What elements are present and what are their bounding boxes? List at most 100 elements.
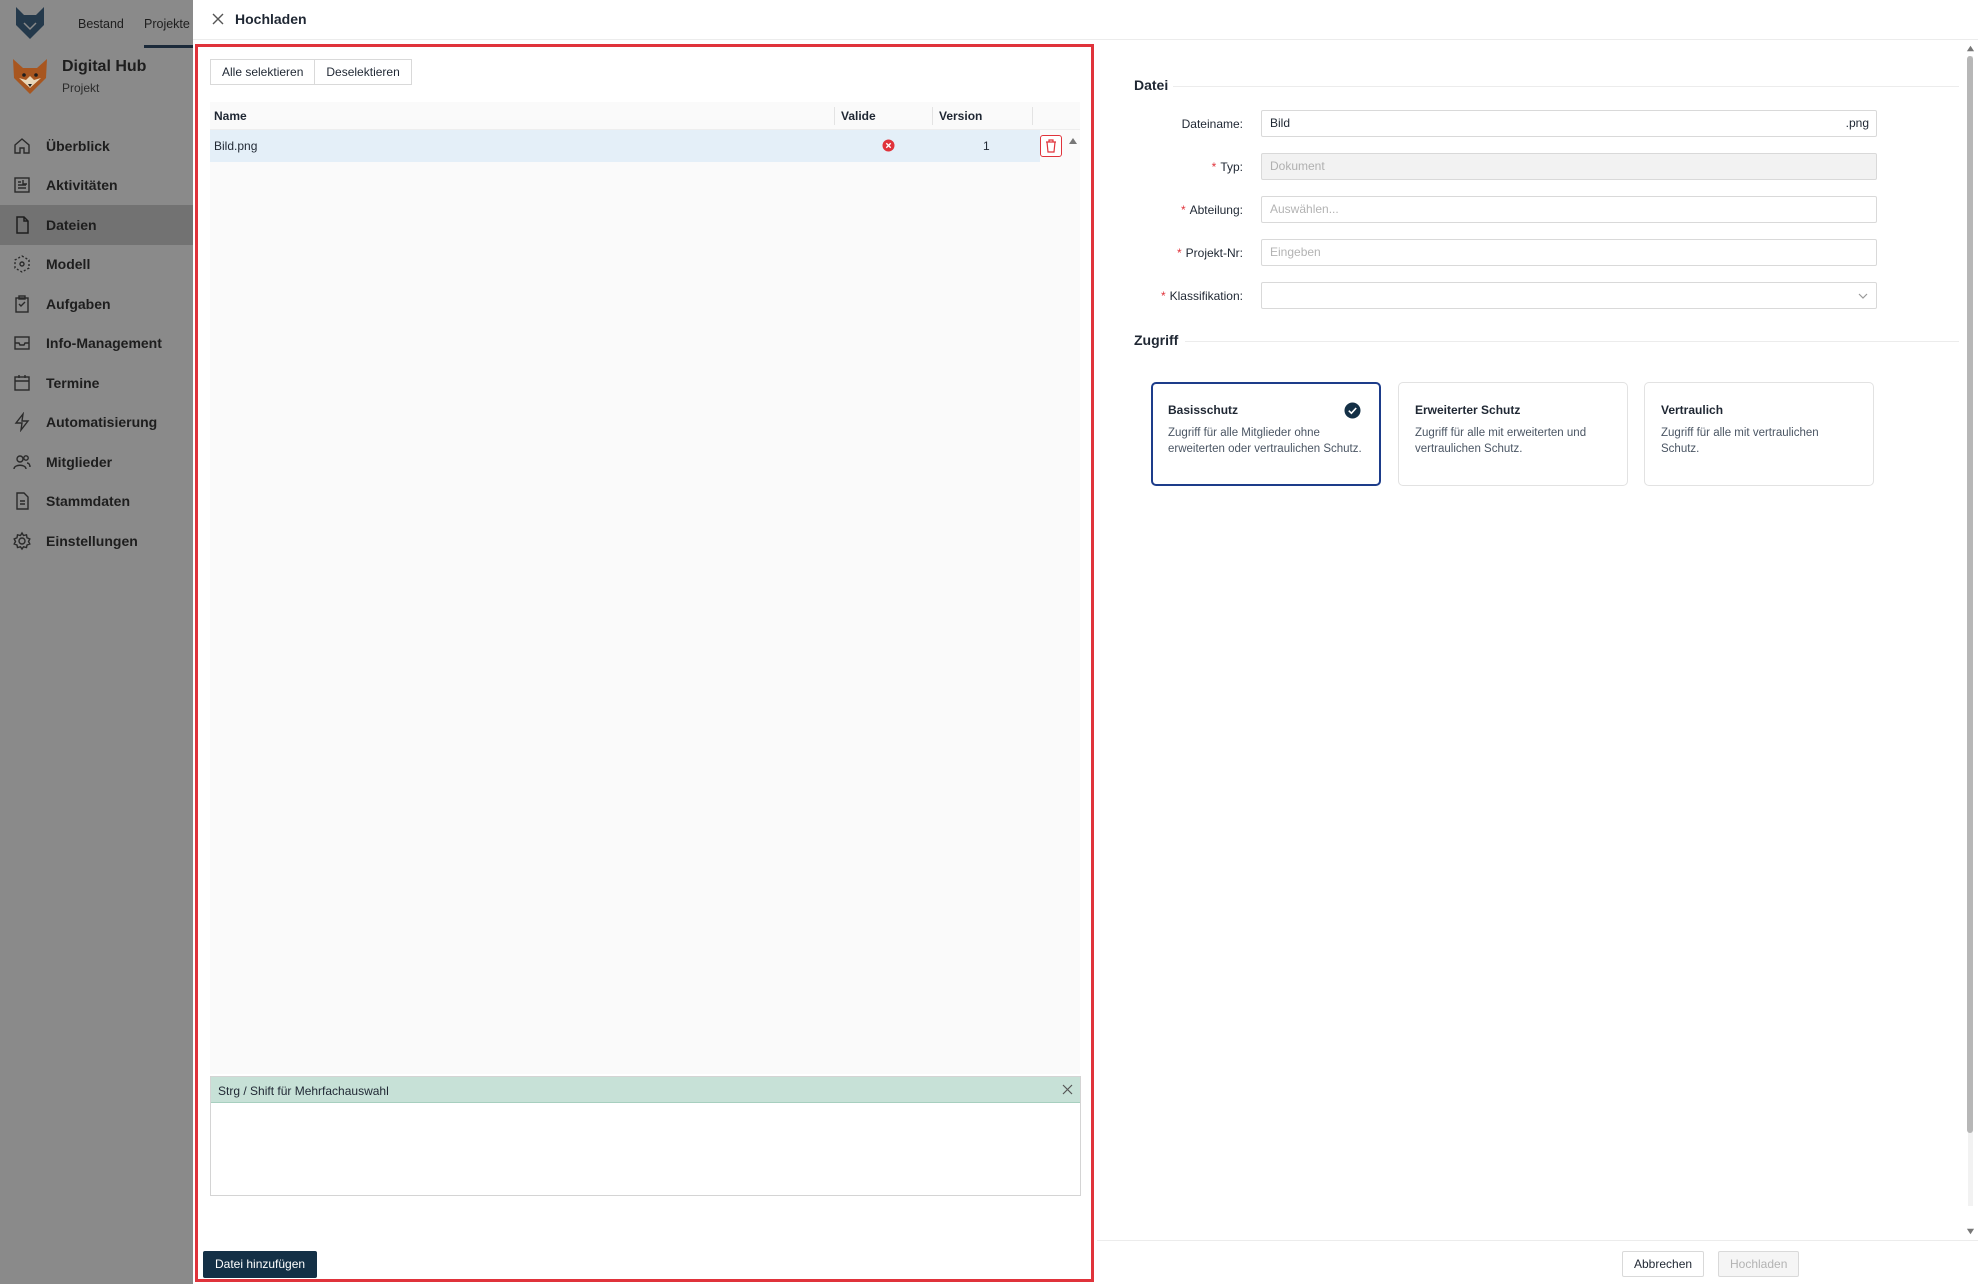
modal-title: Hochladen: [235, 11, 307, 27]
tab-bestand[interactable]: Bestand: [78, 0, 124, 48]
form-row-classification: * Klassifikation:: [1097, 282, 1897, 310]
tab-projekte[interactable]: Projekte: [144, 0, 200, 48]
scroll-up-arrow-icon[interactable]: [1068, 136, 1078, 146]
sidebar-item-modell[interactable]: Modell: [0, 245, 193, 285]
project-subtitle: Projekt: [62, 81, 100, 95]
sidebar-item-termine[interactable]: Termine: [0, 363, 193, 403]
info-panel: Strg / Shift für Mehrfachauswahl: [210, 1076, 1081, 1196]
file-name-cell: Bild.png: [214, 139, 258, 153]
lightning-icon: [14, 412, 30, 433]
access-option-title: Vertraulich: [1661, 403, 1724, 417]
form-row-type: * Typ: Dokument: [1097, 153, 1897, 181]
close-icon[interactable]: [209, 10, 227, 28]
project-fox-avatar-icon: [13, 59, 47, 94]
sidebar-item-dateien[interactable]: Dateien: [0, 205, 193, 245]
column-header-name[interactable]: Name: [214, 109, 247, 123]
file-table: Name Valide Version Bild.png 1: [210, 102, 1080, 1107]
scroll-down-arrow-icon[interactable]: [1966, 1227, 1975, 1236]
access-option-description: Zugriff für alle mit erweiterten und ver…: [1415, 427, 1587, 455]
sidebar-item-mitglieder[interactable]: Mitglieder: [0, 442, 193, 482]
sidebar-item-label: Info-Management: [46, 335, 162, 352]
section-title-file: Datei: [1134, 77, 1169, 93]
file-details-panel: Datei Dateiname: Bild .png * Typ: Dokumen…: [1097, 44, 1963, 1236]
select-all-button[interactable]: Alle selektieren: [210, 59, 316, 85]
sidebar-item-aktivitaeten[interactable]: Aktivitäten: [0, 166, 193, 206]
classification-label: * Klassifikation:: [1160, 289, 1243, 303]
sidebar-menu: Überblick Aktivitäten Dateien Modell Auf…: [0, 126, 193, 561]
right-panel-scrollbar[interactable]: [1965, 44, 1975, 1236]
type-input: Dokument: [1261, 153, 1877, 180]
sidebar-item-label: Mitglieder: [46, 453, 113, 470]
calendar-icon: [14, 374, 30, 391]
file-icon: [16, 216, 29, 234]
sidebar-item-einstellungen[interactable]: Einstellungen: [0, 521, 193, 561]
column-divider: [1032, 107, 1033, 125]
project-name: Digital Hub: [62, 58, 147, 75]
users-icon: [13, 454, 31, 469]
column-header-version[interactable]: Version: [939, 109, 982, 123]
chevron-down-icon: [1858, 293, 1868, 299]
version-cell: 1: [983, 139, 990, 153]
section-divider: [1185, 341, 1959, 342]
column-header-valid[interactable]: Valide: [841, 109, 876, 123]
project-number-label: * Projekt-Nr:: [1176, 246, 1243, 260]
close-icon[interactable]: [1061, 1083, 1074, 1096]
sidebar-item-label: Dateien: [46, 216, 97, 233]
trash-icon: [1046, 139, 1056, 153]
modal-footer: Abbrechen Hochladen: [1097, 1240, 1978, 1284]
type-label: * Typ:: [1211, 160, 1243, 174]
sidebar-item-label: Termine: [46, 374, 100, 391]
form-row-filename: Dateiname: Bild .png: [1097, 110, 1897, 138]
project-header[interactable]: Digital Hub Projekt: [8, 54, 193, 100]
add-file-button[interactable]: Datei hinzufügen: [203, 1251, 318, 1278]
access-option-title: Basisschutz: [1168, 403, 1239, 417]
sidebar-item-aufgaben[interactable]: Aufgaben: [0, 284, 193, 324]
filename-input[interactable]: Bild .png: [1261, 110, 1877, 137]
access-option-erweiterter-schutz[interactable]: Erweiterter Schutz Zugriff für alle mit …: [1398, 382, 1628, 486]
sidebar-item-label: Aktivitäten: [46, 177, 118, 194]
file-extension-suffix: .png: [1845, 116, 1869, 130]
upload-button[interactable]: Hochladen: [1718, 1251, 1800, 1277]
sidebar-item-label: Aufgaben: [46, 295, 111, 312]
cancel-button[interactable]: Abbrechen: [1622, 1251, 1705, 1277]
sidebar-item-automatisierung[interactable]: Automatisierung: [0, 403, 193, 443]
department-select[interactable]: Auswählen...: [1261, 196, 1877, 223]
sidebar-item-label: Automatisierung: [46, 414, 158, 431]
scrollbar-thumb[interactable]: [1967, 56, 1973, 1133]
classification-select[interactable]: [1261, 282, 1877, 309]
inbox-icon: [14, 336, 30, 350]
column-divider: [834, 107, 835, 125]
upload-modal: Hochladen Alle selektieren Deselektieren…: [193, 0, 1978, 1284]
info-banner: Strg / Shift für Mehrfachauswahl: [211, 1077, 1080, 1103]
gear-icon: [13, 531, 31, 550]
selection-button-group: Alle selektieren Deselektieren: [210, 59, 412, 85]
access-option-description: Zugriff für alle mit vertraulichen Schut…: [1661, 427, 1819, 455]
sidebar-item-stammdaten[interactable]: Stammdaten: [0, 482, 193, 522]
form-row-project-number: * Projekt-Nr: Eingeben: [1097, 239, 1897, 267]
filename-label: Dateiname:: [1181, 117, 1243, 131]
access-option-basisschutz[interactable]: Basisschutz Zugriff für alle Mitglieder …: [1151, 382, 1381, 486]
delete-file-button[interactable]: [1040, 135, 1062, 157]
project-number-input[interactable]: Eingeben: [1261, 239, 1877, 266]
sidebar-item-ueberblick[interactable]: Überblick: [0, 126, 193, 166]
sidebar-item-label: Überblick: [46, 137, 110, 154]
table-header: Name Valide Version: [210, 102, 1080, 130]
section-divider: [1173, 86, 1959, 87]
sidebar-item-label: Modell: [46, 256, 91, 273]
section-title-access: Zugriff: [1134, 332, 1179, 348]
access-option-vertraulich[interactable]: Vertraulich Zugriff für alle mit vertrau…: [1644, 382, 1874, 486]
department-label: * Abteilung:: [1180, 203, 1243, 217]
scroll-up-arrow-icon[interactable]: [1966, 44, 1975, 53]
sidebar-item-label: Stammdaten: [46, 493, 131, 510]
info-text: Strg / Shift für Mehrfachauswahl: [218, 1084, 389, 1098]
deselect-button[interactable]: Deselektieren: [315, 59, 412, 85]
modal-header: Hochladen: [193, 0, 1978, 40]
document-icon: [16, 492, 29, 510]
sidebar-item-info-management[interactable]: Info-Management: [0, 324, 193, 364]
activity-icon: [14, 177, 30, 193]
sidebar-item-label: Einstellungen: [46, 532, 138, 549]
invalid-icon: [882, 139, 895, 152]
tasks-icon: [15, 295, 29, 313]
table-row[interactable]: Bild.png 1: [210, 130, 1040, 162]
access-option-title: Erweiterter Schutz: [1415, 403, 1521, 417]
